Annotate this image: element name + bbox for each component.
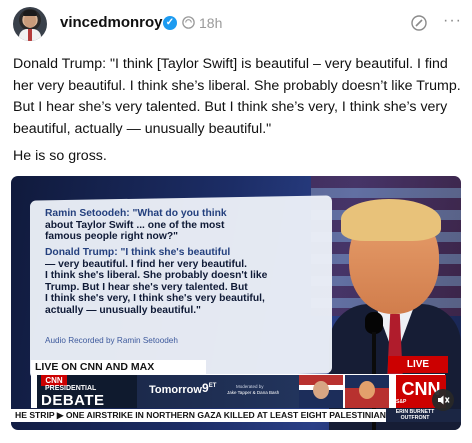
quote-line: — very beautiful. I find her very beauti… bbox=[45, 258, 247, 270]
more-icon[interactable]: ··· bbox=[443, 13, 461, 32]
quote-line: I think she's liberal. She probably does… bbox=[45, 270, 268, 281]
time-value: 9 bbox=[202, 381, 209, 395]
candidate-photo bbox=[299, 375, 343, 408]
moderators-label: Jake Tapper & Dana Bash bbox=[227, 390, 280, 395]
thread-icon bbox=[182, 16, 195, 29]
presidential-label: PRESIDENTIAL bbox=[45, 385, 97, 392]
time-suffix: ET bbox=[208, 383, 217, 389]
username[interactable]: vincedmonroy bbox=[60, 14, 163, 31]
edit-icon[interactable] bbox=[410, 14, 428, 32]
candidate-photo bbox=[345, 375, 389, 408]
show-label: ERIN BURNETT OUTFRONT bbox=[395, 409, 435, 421]
audio-credit: Audio Recorded by Ramin Setoodeh bbox=[45, 336, 178, 345]
timestamp: 18h bbox=[199, 15, 223, 31]
quote-line: about Taylor Swift ... one of the most bbox=[45, 219, 225, 231]
ticker-text: HE STRIP ▶ ONE AIRSTRIKE IN NORTHERN GAZ… bbox=[15, 410, 392, 420]
post-header: vincedmonroy ✓ 18h ··· bbox=[8, 4, 464, 42]
verified-badge-icon: ✓ bbox=[163, 16, 177, 30]
live-badge: LIVE bbox=[388, 356, 448, 373]
moderated-by-label: Moderated by bbox=[236, 384, 264, 389]
sp-label: S&P bbox=[396, 399, 407, 405]
quote-line: famous people right now?" bbox=[45, 231, 179, 242]
video-player[interactable]: Ramin Setoodeh: "What do you think about… bbox=[11, 176, 461, 430]
quote-line: Donald Trump: "I think she's beautiful bbox=[45, 247, 231, 258]
debate-label: DEBATE bbox=[41, 392, 105, 409]
tomorrow-label: Tomorrow bbox=[149, 384, 202, 396]
quote-line: actually — unusually beautiful." bbox=[45, 304, 201, 316]
mute-icon[interactable] bbox=[432, 389, 454, 411]
post-text: Donald Trump: "I think [Taylor Swift] is… bbox=[13, 56, 461, 137]
avatar[interactable] bbox=[13, 7, 47, 41]
post-comment: He is so gross. bbox=[13, 148, 107, 164]
live-banner: LIVE ON CNN AND MAX bbox=[31, 360, 206, 374]
quote-line: Trump. But I hear she's very talented. B… bbox=[45, 281, 248, 293]
quote-line: I think she's very, I think she's very b… bbox=[45, 293, 265, 304]
time-label: 9ET bbox=[202, 381, 216, 395]
quote-line: Ramin Setoodeh: "What do you think bbox=[45, 208, 227, 219]
